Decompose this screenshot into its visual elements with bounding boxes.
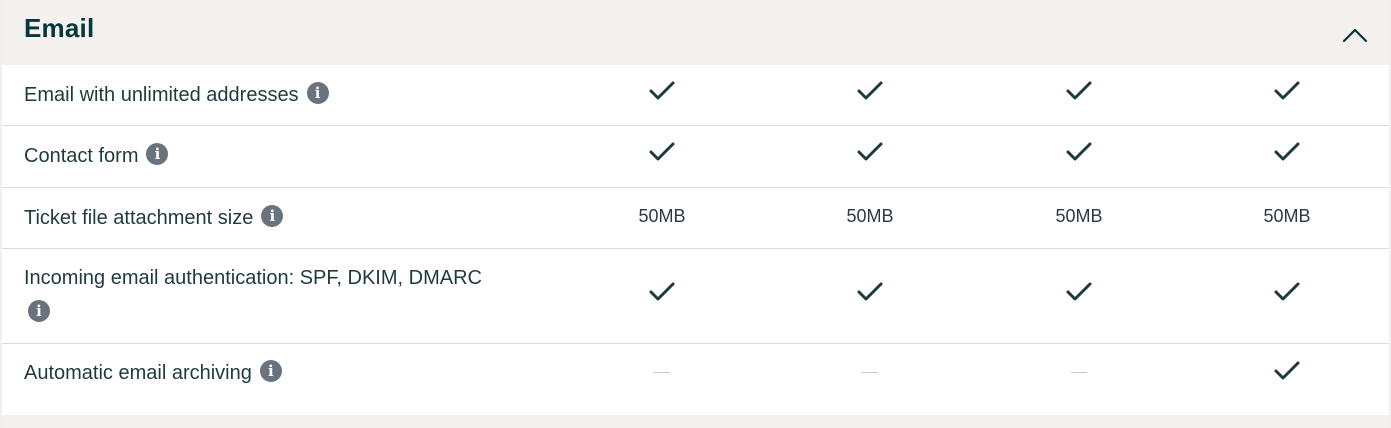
plan-1-value <box>622 140 702 164</box>
feature-label-cell: Ticket file attachment size i <box>24 202 544 234</box>
feature-label-cell: Incoming email authentication: SPF, DKIM… <box>24 262 544 326</box>
plan-3-value <box>1039 280 1119 304</box>
plan-1-value <box>622 79 702 103</box>
plan-2-value: 50MB <box>830 206 910 227</box>
value-text: 50MB <box>1263 206 1311 226</box>
check-icon <box>857 282 883 301</box>
check-icon <box>1066 81 1092 100</box>
feature-label: Contact form <box>24 145 139 167</box>
check-icon <box>1274 361 1300 380</box>
not-included-dash <box>1071 372 1087 373</box>
feature-row-contact-form: Contact form i <box>2 126 1389 188</box>
email-feature-section: Email Email with unlimited addresses i Co… <box>0 0 1391 428</box>
feature-label: Email with unlimited addresses <box>24 84 299 106</box>
plan-4-value <box>1247 359 1327 383</box>
plan-4-value: 50MB <box>1247 206 1327 227</box>
info-icon[interactable]: i <box>261 204 284 227</box>
section-footer-divider <box>2 415 1389 428</box>
check-icon <box>649 81 675 100</box>
plan-3-value <box>1039 140 1119 164</box>
feature-label-cell: Contact form i <box>24 140 544 172</box>
check-icon <box>857 81 883 100</box>
feature-label: Automatic email archiving <box>24 362 252 384</box>
info-icon[interactable]: i <box>28 299 50 322</box>
check-icon <box>1066 282 1092 301</box>
feature-row-unlimited-addresses: Email with unlimited addresses i <box>2 65 1389 126</box>
check-icon <box>649 282 675 301</box>
info-icon[interactable]: i <box>259 359 282 382</box>
check-icon <box>1066 142 1092 161</box>
feature-row-attachment-size: Ticket file attachment size i 50MB 50MB 5… <box>2 188 1389 249</box>
plan-3-value <box>1039 79 1119 103</box>
feature-row-email-authentication: Incoming email authentication: SPF, DKIM… <box>2 249 1389 344</box>
check-icon <box>857 142 883 161</box>
check-icon <box>649 142 675 161</box>
feature-row-email-archiving: Automatic email archiving i <box>2 344 1389 415</box>
plan-2-value <box>830 79 910 103</box>
plan-4-value <box>1247 280 1327 304</box>
info-icon[interactable]: i <box>146 142 169 165</box>
value-text: 50MB <box>846 206 894 226</box>
info-icon[interactable]: i <box>306 81 329 104</box>
chevron-up-icon[interactable] <box>1341 26 1369 44</box>
plan-3-value <box>1039 359 1119 373</box>
feature-label-cell: Email with unlimited addresses i <box>24 79 544 111</box>
plan-1-value <box>622 280 702 304</box>
plan-1-value: 50MB <box>622 206 702 227</box>
not-included-dash <box>862 372 878 373</box>
plan-2-value <box>830 359 910 373</box>
section-title: Email <box>24 13 95 43</box>
check-icon <box>1274 81 1300 100</box>
value-text: 50MB <box>1055 206 1103 226</box>
plan-2-value <box>830 140 910 164</box>
plan-2-value <box>830 280 910 304</box>
check-icon <box>1274 142 1300 161</box>
section-header-toggle[interactable]: Email <box>2 0 1389 65</box>
not-included-dash <box>654 372 670 373</box>
check-icon <box>1274 282 1300 301</box>
plan-1-value <box>622 359 702 373</box>
feature-label: Ticket file attachment size <box>24 207 254 229</box>
feature-label-cell: Automatic email archiving i <box>24 357 544 389</box>
plan-4-value <box>1247 140 1327 164</box>
plan-3-value: 50MB <box>1039 206 1119 227</box>
value-text: 50MB <box>638 206 686 226</box>
feature-label: Incoming email authentication: SPF, DKIM… <box>24 267 482 289</box>
plan-4-value <box>1247 79 1327 103</box>
